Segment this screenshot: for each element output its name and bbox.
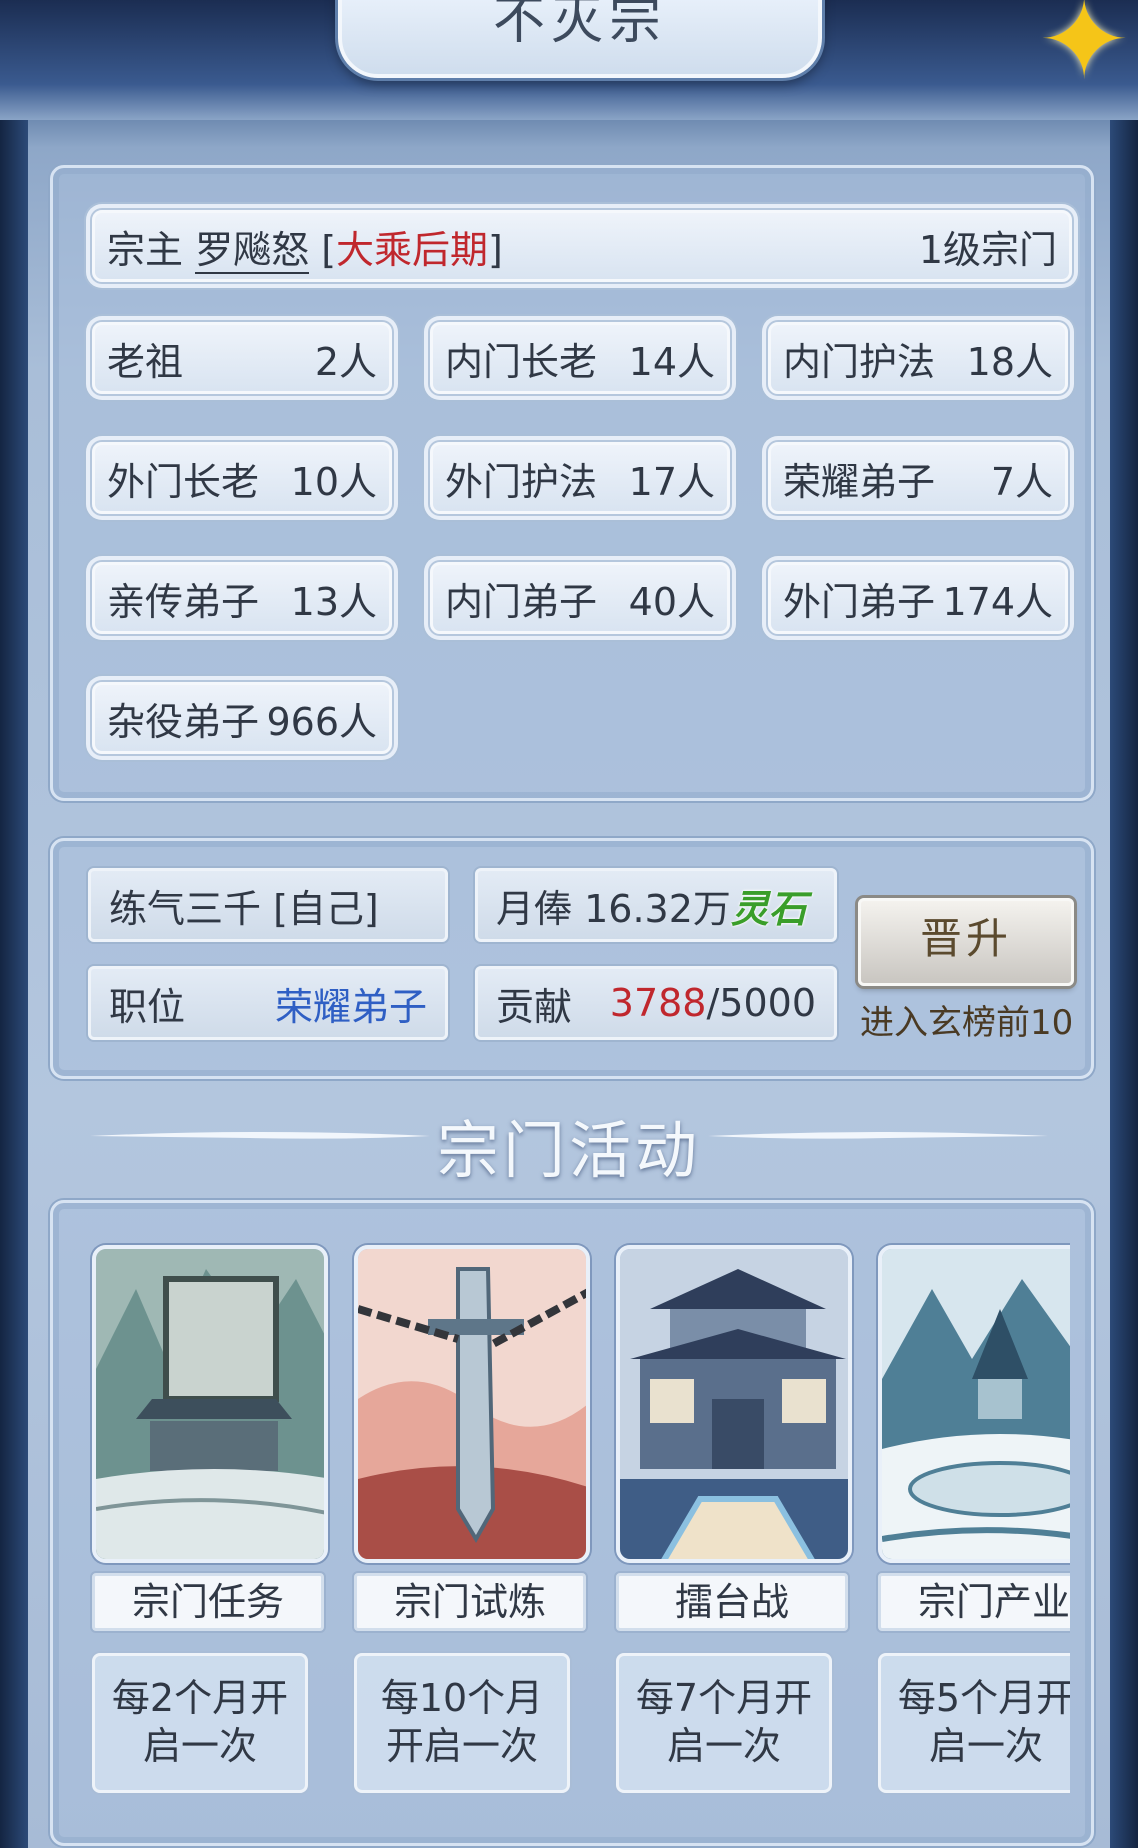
spirit-stone-label: 灵石 — [730, 886, 807, 931]
member-cell-outer-disciple[interactable]: 外门弟子 174人 — [768, 562, 1068, 634]
member-cell-outer-elder[interactable]: 外门长老 10人 — [92, 442, 392, 514]
sect-leader-row: 宗主 罗飚怒 [大乘后期] 1级宗门 — [92, 210, 1072, 282]
activity-card-trial[interactable]: 宗门试炼 每10个月 开启一次 — [354, 1245, 590, 1793]
member-cell-inner-elder[interactable]: 内门长老 14人 — [430, 322, 730, 394]
leader-name[interactable]: 罗飚怒 — [195, 227, 310, 274]
activity-image-arena — [616, 1245, 852, 1563]
activity-card-industry[interactable]: 宗门产业 每5个月开 启一次 — [878, 1245, 1070, 1793]
member-cell-servant-disciple[interactable]: 杂役弟子 966人 — [92, 682, 392, 754]
salary-text: 月俸 16.32万灵石 — [496, 886, 807, 931]
member-cell-personal-disciple[interactable]: 亲传弟子 13人 — [92, 562, 392, 634]
activity-card-task[interactable]: 宗门任务 每2个月开 启一次 — [92, 1245, 328, 1793]
position-box: 职位 荣耀弟子 — [88, 966, 448, 1040]
member-cell-outer-guardian[interactable]: 外门护法 17人 — [430, 442, 730, 514]
activity-name-task: 宗门任务 — [92, 1573, 324, 1631]
activity-image-task — [92, 1245, 328, 1563]
sect-leader-info: 宗主 罗飚怒 [大乘后期] — [107, 227, 503, 274]
member-cell-glory-disciple[interactable]: 荣耀弟子 7人 — [768, 442, 1068, 514]
position-label: 职位 — [109, 984, 186, 1029]
activity-name-arena: 擂台战 — [616, 1573, 848, 1631]
activity-schedule-industry: 每5个月开 启一次 — [878, 1653, 1070, 1793]
position-value: 荣耀弟子 — [274, 984, 427, 1029]
leader-realm: 大乘后期 — [336, 227, 489, 272]
activity-schedule-arena: 每7个月开 启一次 — [616, 1653, 832, 1793]
activity-card-arena[interactable]: 擂台战 每7个月开 启一次 — [616, 1245, 852, 1793]
self-name-box: 练气三千 [自己] — [88, 868, 448, 942]
member-cell-inner-guardian[interactable]: 内门护法 18人 — [768, 322, 1068, 394]
promote-requirement: 进入玄榜前10 — [860, 1003, 1074, 1043]
promote-button[interactable]: 晋升 — [858, 898, 1074, 986]
star-icon[interactable]: ✦ — [1038, 0, 1130, 95]
activity-schedule-trial: 每10个月 开启一次 — [354, 1653, 570, 1793]
member-cell-inner-disciple[interactable]: 内门弟子 40人 — [430, 562, 730, 634]
activities-title: 宗门活动 — [436, 1114, 701, 1187]
contribution-box: 贡献 3788/5000 — [475, 966, 837, 1040]
activity-name-trial: 宗门试炼 — [354, 1573, 586, 1631]
activities-scroll[interactable]: 宗门任务 每2个月开 启一次 宗门试炼 每10个月 开启一次 擂台战 每7个月开… — [60, 1210, 1070, 1820]
contribution-label: 贡献 — [496, 984, 573, 1029]
activity-image-industry — [878, 1245, 1070, 1563]
activity-image-trial — [354, 1245, 590, 1563]
contribution-value: 3788/5000 — [609, 981, 816, 1025]
sect-title-plate: 不灭宗 — [338, 0, 822, 78]
salary-box: 月俸 16.32万灵石 — [475, 868, 837, 942]
sect-title: 不灭宗 — [492, 0, 667, 51]
activity-schedule-task: 每2个月开 启一次 — [92, 1653, 308, 1793]
activity-name-industry: 宗门产业 — [878, 1573, 1070, 1631]
sect-level: 1级宗门 — [918, 227, 1057, 272]
self-name: 练气三千 [自己] — [109, 886, 379, 931]
member-cell-ancestor[interactable]: 老祖 2人 — [92, 322, 392, 394]
